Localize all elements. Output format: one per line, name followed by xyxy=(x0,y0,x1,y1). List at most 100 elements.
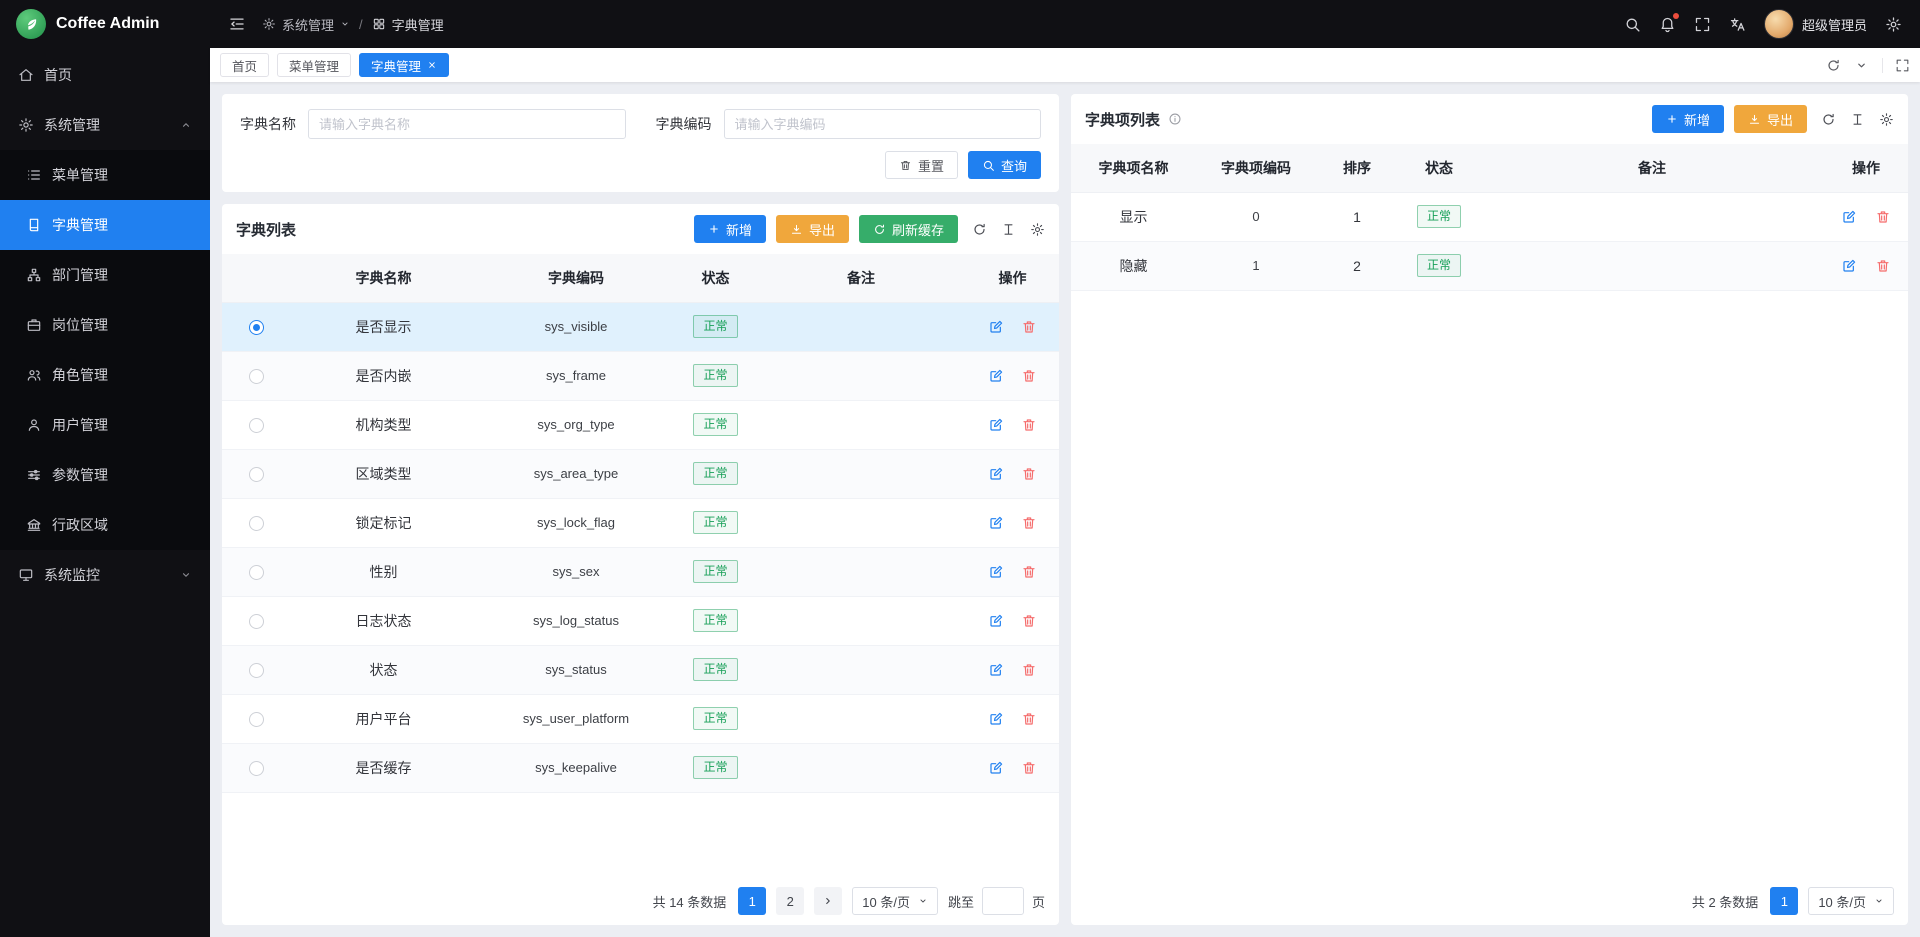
table-row[interactable]: 用户平台 sys_user_platform 正常 xyxy=(222,694,1059,743)
refresh-table-icon[interactable] xyxy=(972,222,987,237)
tab-menu-mgmt[interactable]: 菜单管理 xyxy=(277,53,351,77)
delete-icon[interactable] xyxy=(1021,662,1037,678)
row-radio[interactable] xyxy=(249,320,264,335)
table-row[interactable]: 性别 sys_sex 正常 xyxy=(222,547,1059,596)
user-menu[interactable]: 超级管理员 xyxy=(1764,9,1867,39)
delete-icon[interactable] xyxy=(1021,319,1037,335)
sidebar-item-dept-mgmt[interactable]: 部门管理 xyxy=(0,250,210,300)
edit-icon[interactable] xyxy=(988,319,1004,335)
edit-icon[interactable] xyxy=(1841,209,1857,225)
sidebar-item-region-mgmt[interactable]: 行政区域 xyxy=(0,500,210,550)
density-icon[interactable] xyxy=(1001,222,1016,237)
page-1-button[interactable]: 1 xyxy=(1770,887,1798,915)
row-radio[interactable] xyxy=(249,663,264,678)
dict-code-input[interactable] xyxy=(724,109,1042,139)
table-row[interactable]: 是否显示 sys_visible 正常 xyxy=(222,302,1059,351)
row-radio[interactable] xyxy=(249,467,264,482)
page-size-select[interactable]: 10 条/页 xyxy=(1808,887,1894,915)
column-settings-icon[interactable] xyxy=(1030,222,1045,237)
export-dict-item-button[interactable]: 导出 xyxy=(1734,105,1807,133)
search-icon[interactable] xyxy=(1624,16,1641,33)
row-radio[interactable] xyxy=(249,565,264,580)
row-radio[interactable] xyxy=(249,516,264,531)
refresh-page-icon[interactable] xyxy=(1826,58,1841,73)
tab-home[interactable]: 首页 xyxy=(220,53,269,77)
menu-collapse-icon[interactable] xyxy=(228,15,246,33)
app-logo[interactable]: Coffee Admin xyxy=(0,0,210,48)
sidebar-item-post-mgmt[interactable]: 岗位管理 xyxy=(0,300,210,350)
edit-icon[interactable] xyxy=(1841,258,1857,274)
delete-icon[interactable] xyxy=(1021,368,1037,384)
table-row[interactable]: 日志状态 sys_log_status 正常 xyxy=(222,596,1059,645)
table-row[interactable]: 隐藏 1 2 正常 xyxy=(1071,241,1908,290)
density-icon[interactable] xyxy=(1850,112,1865,127)
next-page-button[interactable] xyxy=(814,887,842,915)
column-settings-icon[interactable] xyxy=(1879,112,1894,127)
reset-button[interactable]: 重置 xyxy=(885,151,958,179)
breadcrumb-dict[interactable]: 字典管理 xyxy=(372,15,444,34)
bell-icon[interactable] xyxy=(1659,16,1676,33)
table-row[interactable]: 机构类型 sys_org_type 正常 xyxy=(222,400,1059,449)
tab-dict-mgmt[interactable]: 字典管理 xyxy=(359,53,449,77)
breadcrumb-system[interactable]: 系统管理 xyxy=(262,15,350,34)
edit-icon[interactable] xyxy=(988,417,1004,433)
translate-icon[interactable] xyxy=(1729,16,1746,33)
info-icon[interactable] xyxy=(1168,112,1182,126)
table-row[interactable]: 是否缓存 sys_keepalive 正常 xyxy=(222,743,1059,792)
edit-icon[interactable] xyxy=(988,368,1004,384)
delete-icon[interactable] xyxy=(1875,258,1891,274)
edit-icon[interactable] xyxy=(988,662,1004,678)
sidebar-group-system[interactable]: 系统管理 xyxy=(0,100,210,150)
dict-pagination: 共 14 条数据 1 2 10 条/页 跳至 页 xyxy=(222,879,1059,925)
delete-icon[interactable] xyxy=(1021,613,1037,629)
close-icon[interactable] xyxy=(427,60,437,70)
sidebar-item-menu-mgmt[interactable]: 菜单管理 xyxy=(0,150,210,200)
settings-icon[interactable] xyxy=(1885,16,1902,33)
fullscreen-icon[interactable] xyxy=(1694,16,1711,33)
page-2-button[interactable]: 2 xyxy=(776,887,804,915)
table-row[interactable]: 区域类型 sys_area_type 正常 xyxy=(222,449,1059,498)
table-row[interactable]: 锁定标记 sys_lock_flag 正常 xyxy=(222,498,1059,547)
row-radio[interactable] xyxy=(249,418,264,433)
jump-page-input[interactable] xyxy=(982,887,1024,915)
table-row[interactable]: 显示 0 1 正常 xyxy=(1071,192,1908,241)
row-radio[interactable] xyxy=(249,369,264,384)
sidebar-item-user-mgmt[interactable]: 用户管理 xyxy=(0,400,210,450)
delete-icon[interactable] xyxy=(1021,564,1037,580)
table-row[interactable]: 状态 sys_status 正常 xyxy=(222,645,1059,694)
add-dict-item-button[interactable]: 新增 xyxy=(1652,105,1724,133)
delete-icon[interactable] xyxy=(1021,466,1037,482)
sidebar-group-monitor[interactable]: 系统监控 xyxy=(0,550,210,600)
delete-icon[interactable] xyxy=(1021,711,1037,727)
edit-icon[interactable] xyxy=(988,711,1004,727)
tab-options-icon[interactable] xyxy=(1855,59,1868,72)
row-radio[interactable] xyxy=(249,614,264,629)
sidebar-item-dict-mgmt[interactable]: 字典管理 xyxy=(0,200,210,250)
add-dict-button[interactable]: 新增 xyxy=(694,215,766,243)
dict-code: sys_keepalive xyxy=(477,743,675,792)
row-radio[interactable] xyxy=(249,712,264,727)
query-button[interactable]: 查询 xyxy=(968,151,1041,179)
edit-icon[interactable] xyxy=(988,564,1004,580)
page-size-select[interactable]: 10 条/页 xyxy=(852,887,938,915)
refresh-cache-button[interactable]: 刷新缓存 xyxy=(859,215,958,243)
delete-icon[interactable] xyxy=(1021,515,1037,531)
edit-icon[interactable] xyxy=(988,613,1004,629)
edit-icon[interactable] xyxy=(988,515,1004,531)
table-row[interactable]: 是否内嵌 sys_frame 正常 xyxy=(222,351,1059,400)
dict-name-input[interactable] xyxy=(308,109,626,139)
sidebar-item-param-mgmt[interactable]: 参数管理 xyxy=(0,450,210,500)
delete-icon[interactable] xyxy=(1021,760,1037,776)
sidebar-item-home[interactable]: 首页 xyxy=(0,50,210,100)
content-fullscreen-icon[interactable] xyxy=(1882,58,1910,73)
export-dict-button[interactable]: 导出 xyxy=(776,215,849,243)
delete-icon[interactable] xyxy=(1875,209,1891,225)
page-1-button[interactable]: 1 xyxy=(738,887,766,915)
edit-icon[interactable] xyxy=(988,760,1004,776)
delete-icon[interactable] xyxy=(1021,417,1037,433)
edit-icon[interactable] xyxy=(988,466,1004,482)
row-radio[interactable] xyxy=(249,761,264,776)
grid-icon xyxy=(372,17,386,31)
refresh-table-icon[interactable] xyxy=(1821,112,1836,127)
sidebar-item-role-mgmt[interactable]: 角色管理 xyxy=(0,350,210,400)
